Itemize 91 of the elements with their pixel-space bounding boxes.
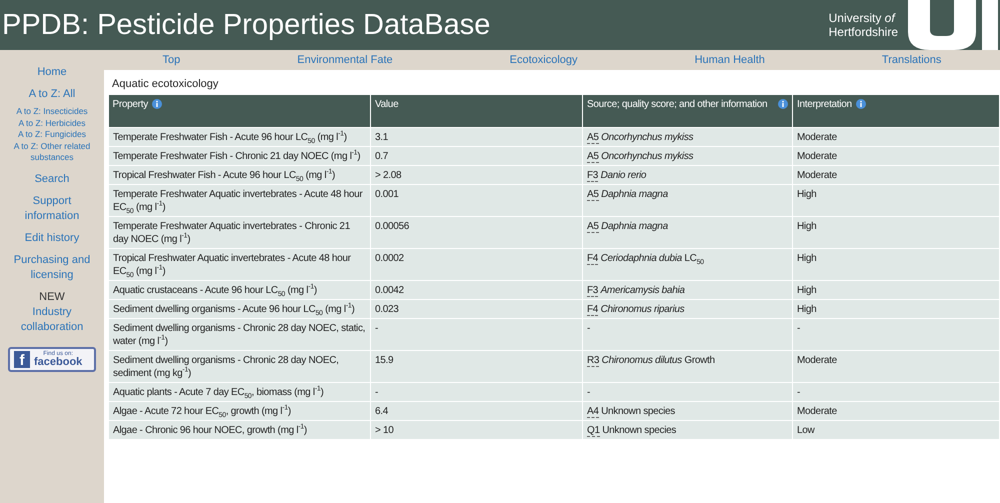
table-cell: -	[370, 382, 582, 402]
table-cell: > 10	[370, 420, 582, 440]
sidebar-link[interactable]: A to Z: Insecticides	[16, 106, 88, 118]
source-text: Oncorhynchus mykiss	[601, 132, 694, 143]
university-name: University of Hertfordshire	[828, 11, 898, 39]
table-cell: -	[792, 318, 1000, 350]
table-cell: Moderate	[792, 166, 1000, 184]
sidebar-link[interactable]: Purchasing and licensing	[10, 252, 94, 282]
quality-code[interactable]: F4	[587, 304, 598, 316]
info-icon[interactable]	[778, 99, 788, 109]
table-cell: 0.0042	[370, 280, 582, 300]
nav-link[interactable]: Ecotoxicology	[510, 54, 578, 66]
table-cell: 6.4	[370, 402, 582, 420]
source-text: Ceriodaphnia dubia LC$_{50}$	[600, 253, 704, 264]
source-text: Danio rerio	[600, 170, 646, 181]
nav-link[interactable]: Top	[162, 54, 180, 66]
source-text: -	[587, 323, 590, 334]
nav-link[interactable]: Environmental Fate	[297, 54, 393, 66]
table-cell: Sediment dwelling organisms - Chronic 28 day NOEC, sediment (mg kg$^{-1}$)	[108, 350, 370, 382]
quality-code[interactable]: A5	[587, 189, 599, 201]
table-cell: High	[792, 216, 1000, 248]
table-cell: High	[792, 248, 1000, 280]
table-cell: High	[792, 300, 1000, 318]
info-icon[interactable]	[152, 99, 162, 109]
site-title: PPDB: Pesticide Properties DataBase	[1, 8, 490, 42]
source-text: Chironomus riparius	[600, 304, 684, 315]
table-cell: Moderate	[792, 402, 1000, 420]
sidebar-link[interactable]: Support information	[10, 194, 94, 224]
quality-code[interactable]: F3	[587, 285, 598, 297]
sidebar-link[interactable]: Industry collaboration	[10, 304, 94, 334]
sidebar-link[interactable]: A to Z: All	[28, 87, 76, 102]
table-cell: -	[792, 382, 1000, 402]
table-cell: Low	[792, 420, 1000, 440]
sidebar-link[interactable]: Search	[34, 172, 70, 186]
table-cell: -	[370, 318, 582, 350]
table-cell: Algae - Chronic 96 hour NOEC, growth (mg l$^{-1}$)	[108, 420, 370, 440]
sidebar-link[interactable]: Edit history	[24, 230, 80, 246]
source-text: -	[587, 387, 590, 398]
quality-code[interactable]: F3	[587, 170, 598, 182]
source-text: Daphnia magna	[601, 221, 668, 232]
table-cell: High	[792, 280, 1000, 300]
logo-mark-icon	[908, 0, 998, 50]
column-header: Value	[370, 95, 582, 128]
section-title: Aquatic ecotoxicology	[111, 78, 220, 92]
sidebar-link[interactable]: A to Z: Herbicides	[18, 118, 86, 129]
source-text: Chironomus dilutus Growth	[602, 355, 715, 366]
new-label: NEW	[39, 290, 65, 304]
table-cell: Tropical Freshwater Fish - Acute 96 hour LC$_{50}$ (mg l$^{-1}$)	[108, 166, 370, 184]
table-cell: Sediment dwelling organisms - Chronic 28 day NOEC, static, water (mg l$^{-1}$)	[108, 318, 370, 350]
table-cell: Temperate Freshwater Fish - Acute 96 hour LC$_{50}$ (mg l$^{-1}$)	[108, 128, 370, 146]
table-cell: Moderate	[792, 350, 1000, 382]
table-cell: > 2.08	[370, 166, 582, 184]
quality-code[interactable]: F4	[587, 253, 598, 265]
table-cell: 0.023	[370, 300, 582, 318]
source-text: Unknown species	[601, 406, 675, 417]
table-cell: 0.00056	[370, 216, 582, 248]
table-cell: Aquatic crustaceans - Acute 96 hour LC$_{50}$ (mg l$^{-1}$)	[108, 280, 370, 300]
source-text: Daphnia magna	[601, 189, 668, 200]
nav-link[interactable]: Translations	[882, 54, 942, 66]
sidebar-link[interactable]: A to Z: Other related substances	[0, 140, 104, 164]
column-header: Property	[108, 95, 370, 128]
quality-code[interactable]: Q1	[587, 425, 600, 437]
nav-link[interactable]: Human Health	[694, 54, 765, 66]
source-text: Unknown species	[602, 425, 676, 436]
quality-code[interactable]: A5	[587, 132, 599, 144]
quality-code[interactable]: R3	[587, 355, 600, 367]
source-text: Oncorhynchus mykiss	[601, 151, 694, 162]
quality-code[interactable]: A4	[587, 406, 599, 418]
table-cell: Temperate Freshwater Aquatic invertebrates - Chronic 21 day NOEC (mg l$^{-1}$)	[108, 216, 370, 248]
table-cell: 0.7	[370, 146, 582, 166]
table-cell: 0.0002	[370, 248, 582, 280]
table-cell: Algae - Acute 72 hour EC$_{50}$, growth (mg l$^{-1}$)	[108, 402, 370, 420]
source-text: Americamysis bahia	[600, 285, 685, 296]
table-cell: Temperate Freshwater Fish - Chronic 21 day NOEC (mg l$^{-1}$)	[108, 146, 370, 166]
column-header: Source; quality score; and other information	[582, 95, 792, 128]
sidebar-link[interactable]: A to Z: Fungicides	[18, 129, 86, 140]
table-cell: 0.001	[370, 184, 582, 216]
info-icon[interactable]	[856, 99, 866, 109]
table-cell: 3.1	[370, 128, 582, 146]
quality-code[interactable]: A5	[587, 151, 599, 163]
quality-code[interactable]: A5	[587, 221, 599, 233]
table-cell: Moderate	[792, 146, 1000, 166]
table-cell: Moderate	[792, 128, 1000, 146]
column-header: Interpretation	[792, 95, 1000, 128]
table-cell: Tropical Freshwater Aquatic invertebrates - Acute 48 hour EC$_{50}$ (mg l$^{-1}$)	[108, 248, 370, 280]
table-cell: Sediment dwelling organisms - Acute 96 hour LC$_{50}$ (mg l$^{-1}$)	[108, 300, 370, 318]
table-cell: Temperate Freshwater Aquatic invertebrates - Acute 48 hour EC$_{50}$ (mg l$^{-1}$)	[108, 184, 370, 216]
table-cell: 15.9	[370, 350, 582, 382]
sidebar-link[interactable]: Home	[37, 65, 67, 80]
table-cell: Aquatic plants - Acute 7 day EC$_{50}$, biomass (mg l$^{-1}$)	[108, 382, 370, 402]
table-cell: High	[792, 184, 1000, 216]
